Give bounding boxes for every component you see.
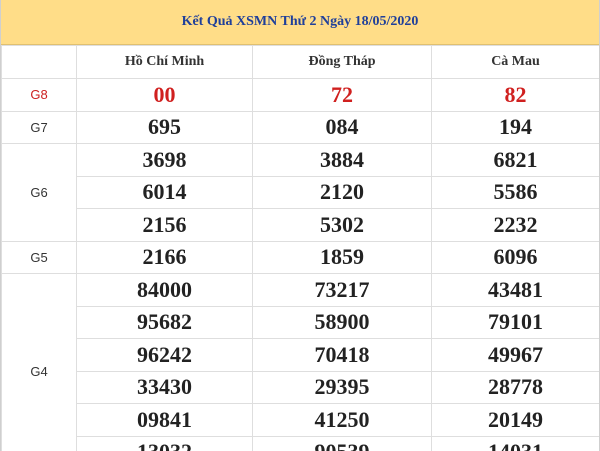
result-number: 2166	[76, 240, 253, 274]
result-number: 70418	[252, 338, 432, 372]
header-province-dong-thap: Đồng Tháp	[252, 45, 432, 79]
prize-row-g7: G7 695 084 194	[1, 110, 599, 144]
result-number: 6821	[431, 143, 599, 177]
prize-row-g8: G8 00 72 82	[1, 78, 599, 112]
result-number: 84000	[76, 273, 253, 307]
result-number: 3698	[76, 143, 253, 177]
prize-row-g4: 13032 90539 14031	[2, 435, 599, 451]
result-number: 2120	[252, 175, 432, 209]
result-number: 00	[76, 78, 253, 112]
result-number: 6096	[431, 240, 599, 274]
prize-row-g6: 2156 5302 2232	[2, 208, 599, 242]
prize-label: G4	[1, 273, 77, 451]
prize-label: G7	[1, 110, 77, 144]
result-number: 41250	[252, 403, 432, 437]
result-number: 5586	[431, 175, 599, 209]
result-number: 90539	[252, 435, 432, 451]
result-number: 13032	[76, 435, 253, 451]
result-number: 14031	[431, 435, 599, 451]
result-number: 43481	[431, 273, 599, 307]
results-panel: Kết Quả XSMN Thứ 2 Ngày 18/05/2020 Hồ Ch…	[0, 0, 600, 451]
header-province-ca-mau: Cà Mau	[431, 45, 599, 79]
result-number: 29395	[252, 370, 432, 404]
result-number: 73217	[252, 273, 432, 307]
result-number: 28778	[431, 370, 599, 404]
result-number: 58900	[252, 305, 432, 339]
result-number: 3884	[252, 143, 432, 177]
prize-row-g5: G5 2166 1859 6096	[1, 240, 599, 274]
result-number: 95682	[76, 305, 253, 339]
header-province-hcm: Hồ Chí Minh	[76, 45, 253, 79]
result-number: 96242	[76, 338, 253, 372]
result-number: 82	[431, 78, 599, 112]
result-number: 2232	[431, 208, 599, 242]
prize-row-g4: 09841 41250 20149	[2, 403, 599, 437]
result-number: 79101	[431, 305, 599, 339]
result-number: 49967	[431, 338, 599, 372]
result-number: 20149	[431, 403, 599, 437]
result-number: 695	[76, 110, 253, 144]
header-row: Hồ Chí Minh Đồng Tháp Cà Mau	[1, 45, 599, 79]
prize-label: G8	[1, 78, 77, 112]
results-title: Kết Quả XSMN Thứ 2 Ngày 18/05/2020	[1, 0, 599, 45]
result-number: 2156	[76, 208, 253, 242]
prize-row-g6: G6 3698 3884 6821	[1, 143, 599, 242]
prize-row-g4: 95682 58900 79101	[2, 305, 599, 339]
result-number: 1859	[252, 240, 432, 274]
result-number: 5302	[252, 208, 432, 242]
result-number: 09841	[76, 403, 253, 437]
prize-row-g4: 96242 70418 49967	[2, 338, 599, 372]
result-number: 194	[431, 110, 599, 144]
header-prize	[1, 45, 77, 79]
prize-row-g4: 33430 29395 28778	[2, 370, 599, 404]
prize-label: G6	[1, 143, 77, 242]
result-number: 084	[252, 110, 432, 144]
result-number: 33430	[76, 370, 253, 404]
result-number: 72	[252, 78, 432, 112]
result-number: 6014	[76, 175, 253, 209]
prize-label: G5	[1, 240, 77, 274]
results-table: Hồ Chí Minh Đồng Tháp Cà Mau G8 00 72 82…	[1, 45, 599, 451]
prize-row-g4: G4 84000 73217 43481	[1, 273, 599, 451]
prize-row-g6: 6014 2120 5586	[2, 175, 599, 209]
